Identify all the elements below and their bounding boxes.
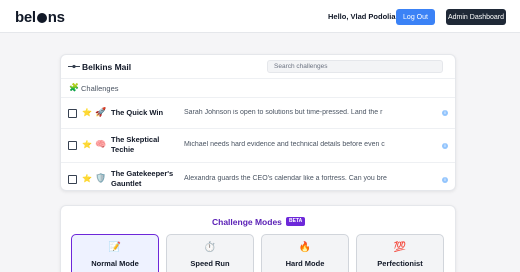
- challenge-title: The Skeptical Techie: [111, 135, 160, 154]
- challenge-row-skeptical-techie[interactable]: ⭐ 🧠 The Skeptical Techie Michael needs h…: [61, 129, 455, 163]
- mode-label: Hard Mode: [285, 259, 325, 268]
- star-icon[interactable]: ⭐: [82, 140, 92, 149]
- challenge-row-quick-win[interactable]: ⭐ 🚀 The Quick Win Sarah Johnson is open …: [61, 98, 455, 129]
- challenge-title: The Quick Win: [111, 108, 164, 117]
- mail-app-icon: [68, 64, 80, 69]
- belkins-logo[interactable]: bel ns: [15, 9, 65, 26]
- shield-icon: 🛡️: [95, 173, 107, 183]
- challenge-modes-panel: Challenge Modes BETA 📝 Normal Mode ⏱️ Sp…: [60, 205, 456, 272]
- mode-speed-run[interactable]: ⏱️ Speed Run: [166, 234, 254, 272]
- puzzle-icon: 🧩: [69, 83, 79, 92]
- info-icon[interactable]: i: [442, 110, 448, 116]
- mode-label: Speed Run: [190, 259, 230, 268]
- search-input[interactable]: [267, 60, 443, 73]
- top-nav: bel ns Hello, Vlad Podoliako Log Out Admi…: [0, 0, 520, 33]
- challenge-title: The Gatekeeper's Gauntlet: [111, 169, 174, 188]
- fire-icon: 🔥: [298, 242, 312, 253]
- rocket-icon: 🚀: [95, 107, 107, 117]
- info-icon[interactable]: i: [442, 143, 448, 149]
- beta-badge: BETA: [286, 217, 306, 226]
- challenges-label: Challenges: [81, 84, 119, 93]
- mail-header: Belkins Mail: [61, 55, 455, 79]
- hundred-points-icon: 💯: [393, 242, 407, 253]
- mode-label: Normal Mode: [91, 259, 139, 268]
- challenge-modes-title: Challenge Modes: [212, 217, 282, 227]
- mode-perfectionist[interactable]: 💯 Perfectionist: [356, 234, 444, 272]
- logo-text-end: ns: [47, 9, 65, 26]
- logo-text-start: bel: [15, 9, 36, 26]
- brain-icon: 🧠: [95, 139, 107, 149]
- star-icon[interactable]: ⭐: [82, 108, 92, 117]
- star-icon[interactable]: ⭐: [82, 174, 92, 183]
- challenge-preview: Alexandra guards the CEO's calendar like…: [184, 175, 387, 182]
- mail-app-title: Belkins Mail: [82, 62, 132, 72]
- challenges-section-header: 🧩 Challenges: [61, 79, 455, 98]
- mode-label: Perfectionist: [377, 259, 423, 268]
- mail-panel: Belkins Mail 🧩 Challenges ⭐ 🚀 The Quick …: [60, 54, 456, 191]
- challenge-row-gatekeeper[interactable]: ⭐ 🛡️ The Gatekeeper's Gauntlet Alexandra…: [61, 163, 455, 190]
- logout-button[interactable]: Log Out: [396, 9, 435, 25]
- info-icon[interactable]: i: [442, 177, 448, 183]
- logo-dot-icon: [36, 13, 47, 23]
- user-greeting: Hello, Vlad Podoliako: [328, 12, 405, 21]
- row-checkbox[interactable]: [68, 175, 77, 184]
- admin-dashboard-button[interactable]: Admin Dashboard: [446, 9, 506, 25]
- stopwatch-icon: ⏱️: [203, 242, 217, 253]
- row-checkbox[interactable]: [68, 109, 77, 118]
- memo-icon: 📝: [108, 242, 122, 253]
- mode-hard[interactable]: 🔥 Hard Mode: [261, 234, 349, 272]
- challenge-preview: Sarah Johnson is open to solutions but t…: [184, 109, 383, 116]
- challenge-preview: Michael needs hard evidence and technica…: [184, 141, 385, 148]
- mode-normal[interactable]: 📝 Normal Mode: [71, 234, 159, 272]
- row-checkbox[interactable]: [68, 141, 77, 150]
